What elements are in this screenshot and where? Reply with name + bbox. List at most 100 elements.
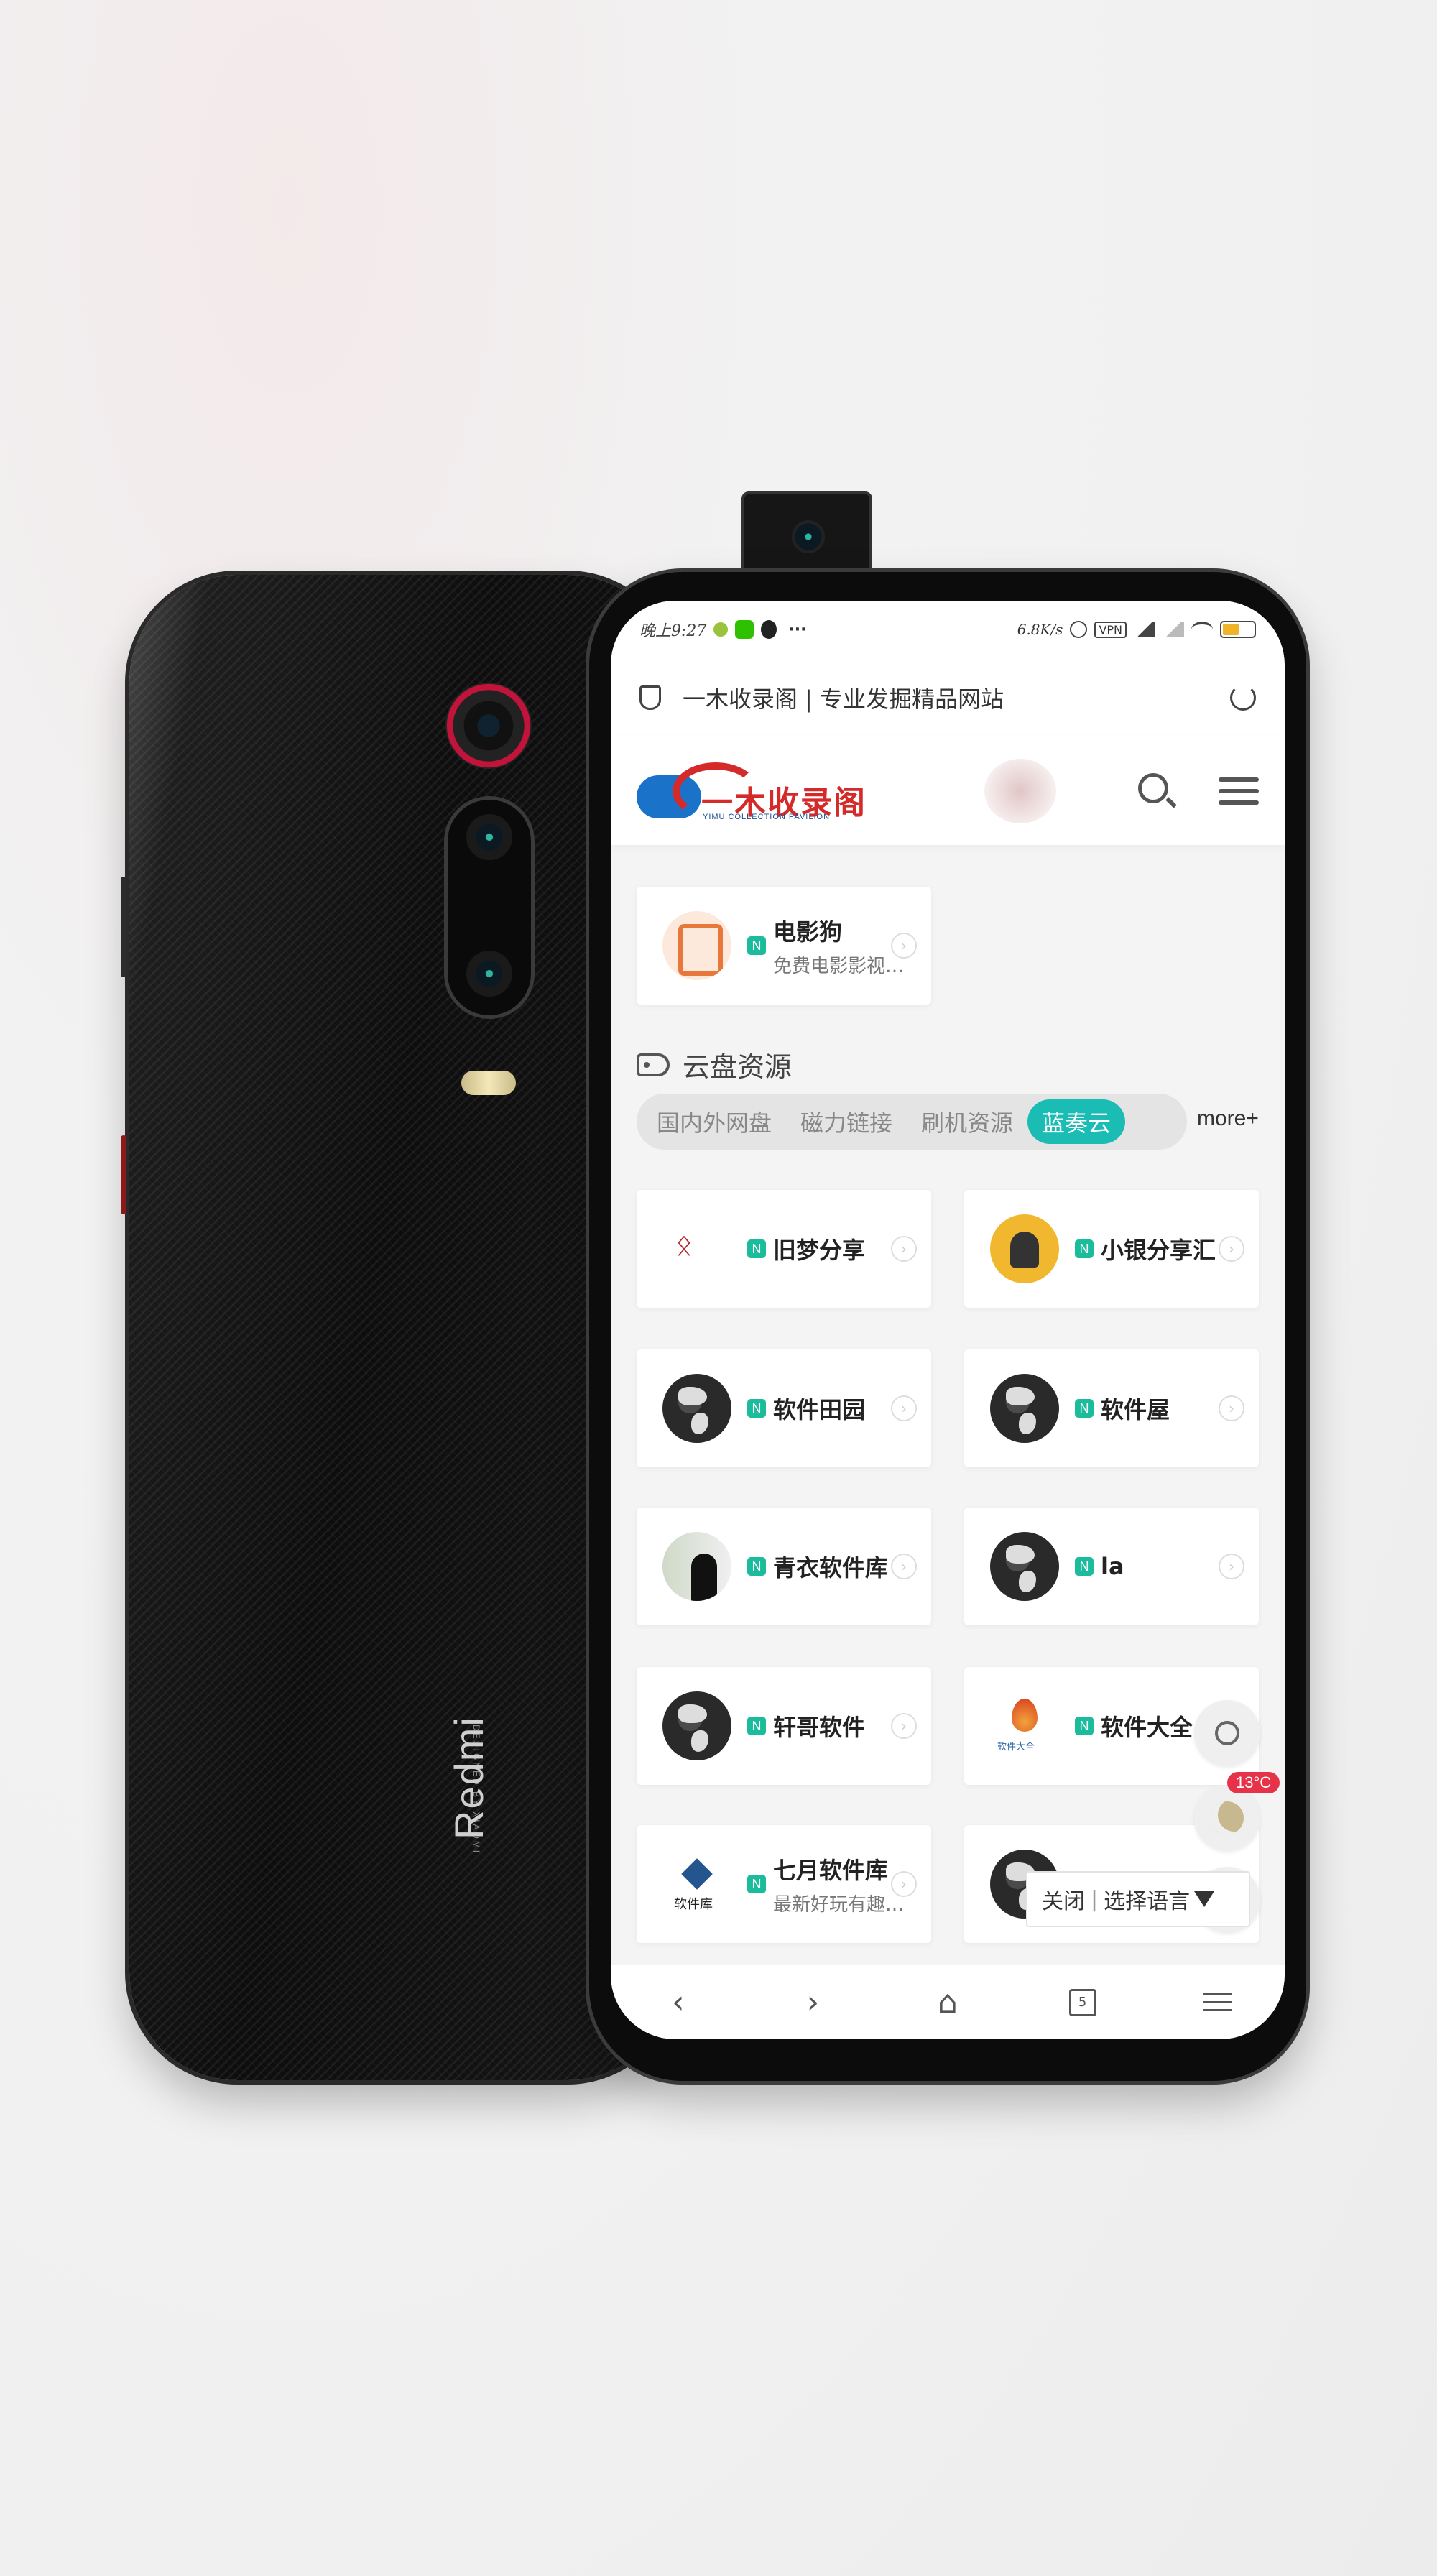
- site-desc: 最新好玩有趣…: [773, 1893, 905, 1916]
- menu-icon[interactable]: [1219, 777, 1259, 805]
- arrow-right-icon: ›: [1219, 1554, 1244, 1579]
- new-badge: N: [747, 1717, 766, 1735]
- site-name: 七月软件库: [773, 1856, 889, 1884]
- language-bar: 关闭 | 选择语言: [1026, 1871, 1250, 1927]
- arrow-right-icon: ›: [1219, 1395, 1244, 1421]
- search-icon: [1215, 1721, 1239, 1745]
- arrow-right-icon: ›: [891, 1554, 917, 1579]
- wechat-icon: [735, 620, 754, 639]
- site-card[interactable]: N la ›: [964, 1508, 1259, 1625]
- tabs-button[interactable]: 5: [1061, 1981, 1104, 2024]
- new-badge: N: [747, 1239, 766, 1258]
- site-logo[interactable]: 一木收录阁 YIMU COLLECTION PAVILION: [637, 755, 881, 827]
- home-button[interactable]: ⌂: [926, 1981, 969, 2024]
- blurred-image: [984, 759, 1056, 823]
- wifi-icon: [1191, 622, 1213, 637]
- site-card[interactable]: N 软件田园 ›: [637, 1349, 931, 1467]
- new-badge: N: [747, 936, 766, 955]
- back-button[interactable]: ‹: [657, 1981, 700, 2024]
- site-name: 旧梦分享: [773, 1237, 866, 1264]
- side-button: [121, 1135, 126, 1214]
- site-name: 电影狗: [773, 918, 843, 946]
- site-header: 一木收录阁 YIMU COLLECTION PAVILION: [611, 737, 1285, 845]
- new-badge: N: [747, 1875, 766, 1893]
- camera-lens: [466, 814, 512, 860]
- qq-icon: [761, 620, 777, 639]
- new-badge: N: [1075, 1239, 1094, 1258]
- more-notifications: ···: [788, 620, 807, 639]
- avatar: [990, 1214, 1059, 1283]
- site-name: 青衣软件库: [773, 1554, 889, 1582]
- site-name: 轩哥软件: [773, 1714, 866, 1741]
- globe-icon: [990, 1532, 1059, 1601]
- site-logo-icon: [662, 1850, 731, 1919]
- brand-logo: Redmi: [446, 1716, 491, 1839]
- globe-icon: [990, 1374, 1059, 1443]
- shield-icon[interactable]: [639, 685, 661, 710]
- arrow-right-icon: ›: [891, 1713, 917, 1739]
- section-header: 云盘资源: [637, 1045, 792, 1084]
- signal-icon: [1163, 622, 1184, 637]
- film-icon: [662, 911, 731, 980]
- dark-mode-button[interactable]: [1194, 1785, 1260, 1851]
- separator: |: [1091, 1886, 1099, 1912]
- tab-rom-resources[interactable]: 刷机资源: [907, 1099, 1027, 1144]
- reload-icon[interactable]: [1230, 685, 1256, 711]
- floating-search-button[interactable]: [1194, 1700, 1260, 1766]
- side-button: [121, 877, 126, 977]
- more-link[interactable]: more+: [1197, 1107, 1259, 1131]
- browser-bottom-nav: ‹ › ⌂ 5: [611, 1965, 1285, 2039]
- new-badge: N: [1075, 1557, 1094, 1576]
- site-name: la: [1101, 1553, 1124, 1580]
- dropdown-arrow-icon[interactable]: [1194, 1891, 1215, 1907]
- flash: [461, 1071, 516, 1095]
- browser-url-bar[interactable]: 一木收录阁 | 专业发掘精品网站: [611, 658, 1285, 737]
- arrow-right-icon: ›: [891, 1236, 917, 1262]
- category-tabs: 国内外网盘 磁力链接 刷机资源 蓝奏云: [637, 1094, 1187, 1150]
- new-badge: N: [1075, 1717, 1094, 1735]
- site-card[interactable]: N 轩哥软件 ›: [637, 1667, 931, 1785]
- vpn-indicator: VPN: [1094, 621, 1127, 638]
- site-card[interactable]: N 旧梦分享 ›: [637, 1190, 931, 1308]
- menu-button[interactable]: [1196, 1981, 1239, 2024]
- new-badge: N: [747, 1557, 766, 1576]
- net-speed: 6.8K/s: [1017, 621, 1063, 638]
- close-language-button[interactable]: 关闭: [1042, 1883, 1085, 1915]
- new-badge: N: [747, 1399, 766, 1418]
- tab-domestic-netdisk[interactable]: 国内外网盘: [642, 1099, 786, 1144]
- arrow-right-icon: ›: [1219, 1236, 1244, 1262]
- tab-count: 5: [1068, 1988, 1096, 2016]
- logo-subtext: YIMU COLLECTION PAVILION: [703, 813, 831, 821]
- search-icon[interactable]: [1137, 772, 1177, 811]
- menu-icon: [1203, 1993, 1232, 2011]
- phone-screen: 晚上9:27 ··· 6.8K/s VPN 一木收录阁 | 专业发掘精品网站 一…: [611, 601, 1285, 2039]
- site-logo-icon: [990, 1691, 1059, 1760]
- popup-camera: [741, 491, 872, 582]
- site-name: 软件田园: [773, 1396, 866, 1423]
- battery-icon: [1220, 621, 1256, 638]
- tag-icon: [637, 1053, 670, 1076]
- signal-icon: [1134, 622, 1155, 637]
- tab-magnet-links[interactable]: 磁力链接: [786, 1099, 907, 1144]
- page-title: 一木收录阁 | 专业发掘精品网站: [683, 685, 1004, 713]
- site-desc: 免费电影影视…: [773, 955, 905, 977]
- site-card[interactable]: N 电影狗 免费电影影视… ›: [637, 887, 931, 1005]
- site-card[interactable]: N 七月软件库 最新好玩有趣… ›: [637, 1825, 931, 1943]
- tab-lanzou[interactable]: 蓝奏云: [1027, 1099, 1126, 1144]
- globe-icon: [662, 1691, 731, 1760]
- status-time: 晚上9:27: [639, 622, 707, 640]
- leaf-icon: [713, 622, 729, 637]
- avatar: [662, 1532, 731, 1601]
- select-language-button[interactable]: 选择语言: [1104, 1883, 1190, 1915]
- forward-button[interactable]: ›: [791, 1981, 834, 2024]
- camera-module: [444, 796, 535, 1019]
- arrow-right-icon: ›: [891, 1871, 917, 1897]
- globe-icon: [662, 1374, 731, 1443]
- camera-lens: [792, 520, 825, 553]
- arrow-right-icon: ›: [891, 933, 917, 959]
- site-card[interactable]: N 小银分享汇 ›: [964, 1190, 1259, 1308]
- site-name: 小银分享汇: [1101, 1237, 1216, 1264]
- site-card[interactable]: N 软件屋 ›: [964, 1349, 1259, 1467]
- arrow-right-icon: ›: [891, 1395, 917, 1421]
- site-card[interactable]: N 青衣软件库 ›: [637, 1508, 931, 1625]
